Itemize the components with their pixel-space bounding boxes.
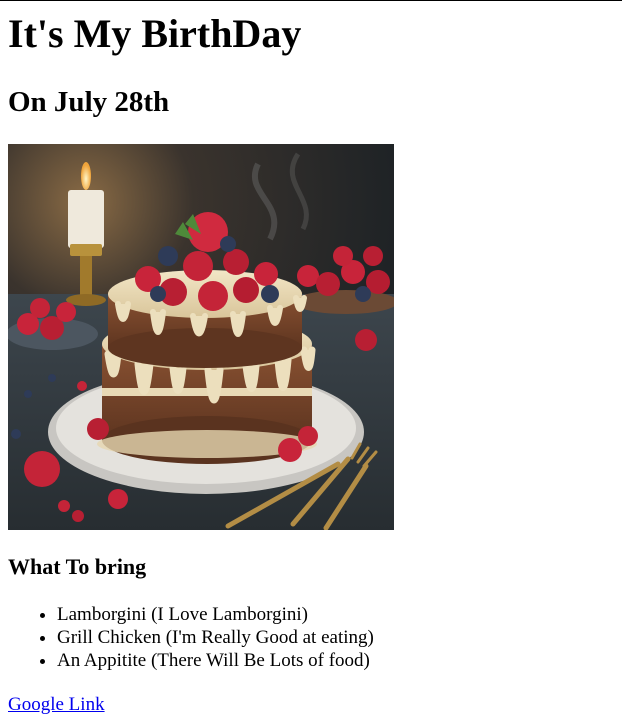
bring-list: Lamborgini (I Love Lamborgini) Grill Chi… [8, 603, 374, 672]
list-item: Grill Chicken (I'm Really Good at eating… [57, 626, 374, 649]
top-border [0, 0, 622, 1]
bring-heading: What To bring [8, 554, 147, 579]
list-item: Lamborgini (I Love Lamborgini) [57, 603, 374, 626]
list-item: An Appitite (There Will Be Lots of food) [57, 649, 374, 672]
google-link[interactable]: Google Link [8, 693, 105, 716]
page-title: It's My BirthDay [8, 11, 302, 56]
birthday-cake-image [8, 144, 394, 530]
page-subtitle: On July 28th [8, 86, 170, 118]
